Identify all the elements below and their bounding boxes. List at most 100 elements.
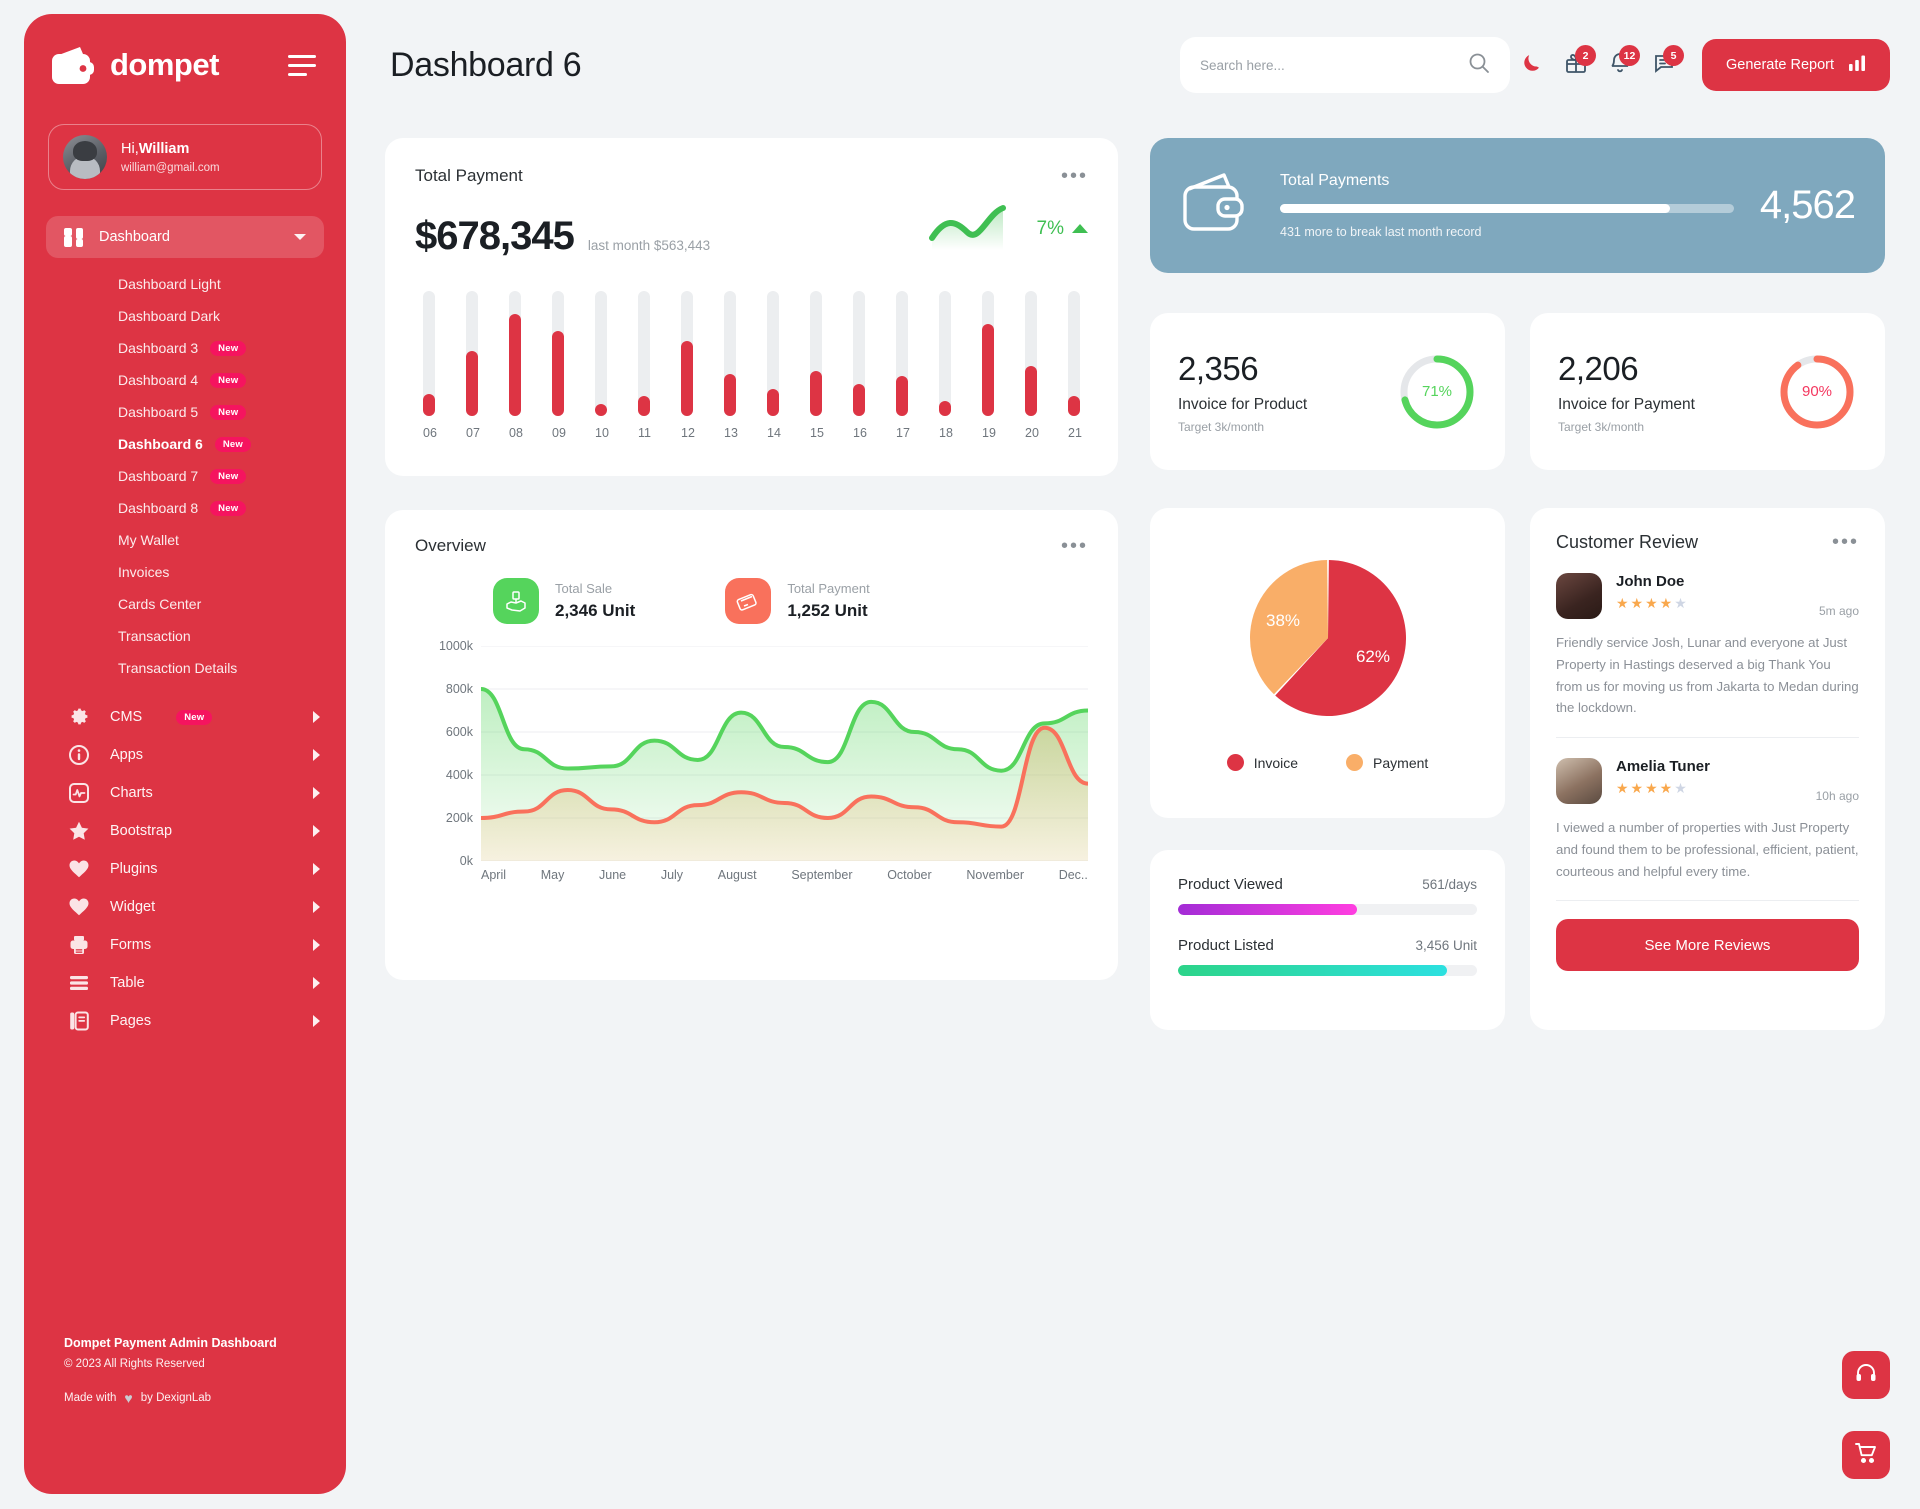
- sidebar-item-widget[interactable]: Widget: [24, 888, 346, 926]
- page-title: Dashboard 6: [390, 45, 582, 84]
- support-button[interactable]: [1842, 1351, 1890, 1399]
- star-icon: [68, 820, 90, 842]
- review-text: I viewed a number of properties with Jus…: [1556, 820, 1859, 879]
- sidebar-subitem-dashboard-6[interactable]: Dashboard 6 New: [24, 428, 346, 460]
- total-payments-progress-fill: [1280, 204, 1671, 213]
- bar-column: [939, 291, 951, 416]
- sidebar-subitem-dashboard-dark[interactable]: Dashboard Dark: [24, 300, 346, 332]
- sidebar-item-forms[interactable]: Forms: [24, 926, 346, 964]
- invoice-product-info: 2,356 Invoice for Product Target 3k/mont…: [1178, 350, 1397, 434]
- sidebar-subitem-transaction[interactable]: Transaction: [24, 620, 346, 652]
- bar-column: [724, 291, 736, 416]
- reviewer-avatar: [1556, 758, 1602, 805]
- hamburger-icon[interactable]: [288, 54, 320, 76]
- bar-tick-label: 18: [939, 426, 953, 440]
- bar-column: [466, 291, 478, 416]
- bar-value: [724, 373, 736, 416]
- search-box[interactable]: [1179, 37, 1510, 93]
- bar-tick-label: 12: [681, 426, 695, 440]
- bar-tick-label: 14: [767, 426, 781, 440]
- x-tick-label: September: [791, 868, 853, 882]
- new-badge: New: [210, 404, 247, 420]
- brand-name: dompet: [110, 47, 219, 82]
- more-icon[interactable]: •••: [1061, 536, 1088, 556]
- total-payments-summary-card: Total Payments 431 more to break last mo…: [1150, 138, 1885, 273]
- sidebar-subitem-dashboard-4[interactable]: Dashboard 4 New: [24, 364, 346, 396]
- x-tick-label: April: [481, 868, 507, 882]
- review-time: 5m ago: [1818, 604, 1859, 618]
- overview-stat-total-sale: Total Sale 2,346 Unit: [493, 578, 635, 624]
- overview-header: Overview •••: [415, 536, 1088, 556]
- bar-column: [853, 291, 865, 416]
- sidebar-subitem-dashboard-8[interactable]: Dashboard 8 New: [24, 492, 346, 524]
- footer-credit: Made with ♥ by DexignLab: [64, 1390, 306, 1406]
- chevron-right-icon: [313, 787, 320, 799]
- sidebar-subitem-cards-center[interactable]: Cards Center: [24, 588, 346, 620]
- sidebar-item-charts[interactable]: Charts: [24, 774, 346, 812]
- sidebar-subitem-my-wallet[interactable]: My Wallet: [24, 524, 346, 556]
- search-icon[interactable]: [1468, 52, 1490, 79]
- product-listed-label: Product Listed: [1178, 937, 1274, 954]
- bar-value: [552, 331, 564, 416]
- sidebar: dompet Hi,William william@gmail.com Dash…: [24, 14, 346, 1494]
- new-badge: New: [214, 436, 251, 452]
- sidebar-subitem-label: Dashboard Light: [118, 276, 221, 292]
- chevron-right-icon: [313, 901, 320, 913]
- invoice-payment-ring: 90%: [1777, 352, 1857, 432]
- invoice-payment-target: Target 3k/month: [1558, 419, 1645, 434]
- bar-value: [939, 401, 951, 416]
- new-badge: New: [210, 340, 247, 356]
- moon-icon: [1521, 52, 1543, 79]
- sidebar-item-table[interactable]: Table: [24, 964, 346, 1002]
- invoice-product-name: Invoice for Product: [1178, 395, 1308, 413]
- cart-button[interactable]: [1842, 1431, 1890, 1479]
- sidebar-item-label: Plugins: [110, 861, 158, 877]
- gift-button[interactable]: 2: [1554, 37, 1598, 93]
- see-more-reviews-button[interactable]: See More Reviews: [1556, 919, 1859, 972]
- overview-card: Overview ••• Total Sale 2,346 Unit Total…: [385, 510, 1118, 980]
- sidebar-item-apps[interactable]: Apps: [24, 736, 346, 774]
- sidebar-item-pages[interactable]: Pages: [24, 1002, 346, 1040]
- more-icon[interactable]: •••: [1061, 166, 1088, 186]
- sidebar-item-dashboard[interactable]: Dashboard: [46, 216, 324, 258]
- sidebar-item-plugins[interactable]: Plugins: [24, 850, 346, 888]
- sidebar-subitem-dashboard-5[interactable]: Dashboard 5 New: [24, 396, 346, 428]
- sidebar-subitem-dashboard-3[interactable]: Dashboard 3 New: [24, 332, 346, 364]
- total-payment-title: Total Payment: [415, 166, 523, 185]
- hand-money-icon: [493, 578, 539, 624]
- sidebar-item-label: Widget: [110, 899, 156, 915]
- sidebar-item-bootstrap[interactable]: Bootstrap: [24, 812, 346, 850]
- more-icon[interactable]: •••: [1832, 532, 1859, 552]
- review-list: John Doe ★★★★★ 5m ago Friendly service Josh…: [1556, 573, 1859, 882]
- reviewer-meta: Amelia Tuner ★★★★★: [1616, 758, 1802, 797]
- x-tick-label: June: [599, 868, 627, 882]
- generate-report-button[interactable]: Generate Report: [1701, 39, 1890, 91]
- pie-label-invoice: 62%: [1355, 647, 1389, 666]
- generate-report-label: Generate Report: [1725, 57, 1834, 73]
- bar-column: [595, 291, 607, 416]
- gift-badge: 2: [1574, 45, 1596, 66]
- rating-stars: ★★★★★: [1616, 780, 1689, 797]
- total-payment-trend: 7%: [928, 198, 1088, 259]
- sidebar-subitem-dashboard-7[interactable]: Dashboard 7 New: [24, 460, 346, 492]
- invoice-product-ring: 71%: [1397, 352, 1477, 432]
- messages-button[interactable]: 5: [1642, 37, 1686, 93]
- profile-card[interactable]: Hi,William william@gmail.com: [48, 124, 322, 190]
- invoice-payment-card: 2,206 Invoice for Payment Target 3k/mont…: [1530, 313, 1885, 470]
- notifications-button[interactable]: 12: [1598, 37, 1642, 93]
- bar-tick-label: 07: [466, 426, 480, 440]
- sidebar-item-label: Dashboard: [99, 229, 170, 245]
- reviewer-name: Amelia Tuner: [1616, 758, 1710, 776]
- pages-icon: [68, 1010, 90, 1032]
- sidebar-item-cms[interactable]: CMS New: [24, 698, 346, 736]
- invoice-payment-name: Invoice for Payment: [1558, 395, 1695, 413]
- customer-review-title: Customer Review: [1556, 532, 1699, 552]
- overview-y-axis: 0k 200k 400k 600k 800k 1000k: [415, 639, 473, 868]
- sidebar-item-label: Charts: [110, 785, 153, 801]
- sidebar-subitem-invoices[interactable]: Invoices: [24, 556, 346, 588]
- sidebar-subitem-transaction-details[interactable]: Transaction Details: [24, 652, 346, 684]
- dark-mode-toggle[interactable]: [1510, 37, 1554, 93]
- sidebar-subitem-dashboard-light[interactable]: Dashboard Light: [24, 268, 346, 300]
- search-input[interactable]: [1199, 57, 1458, 73]
- bar-track: [595, 291, 607, 416]
